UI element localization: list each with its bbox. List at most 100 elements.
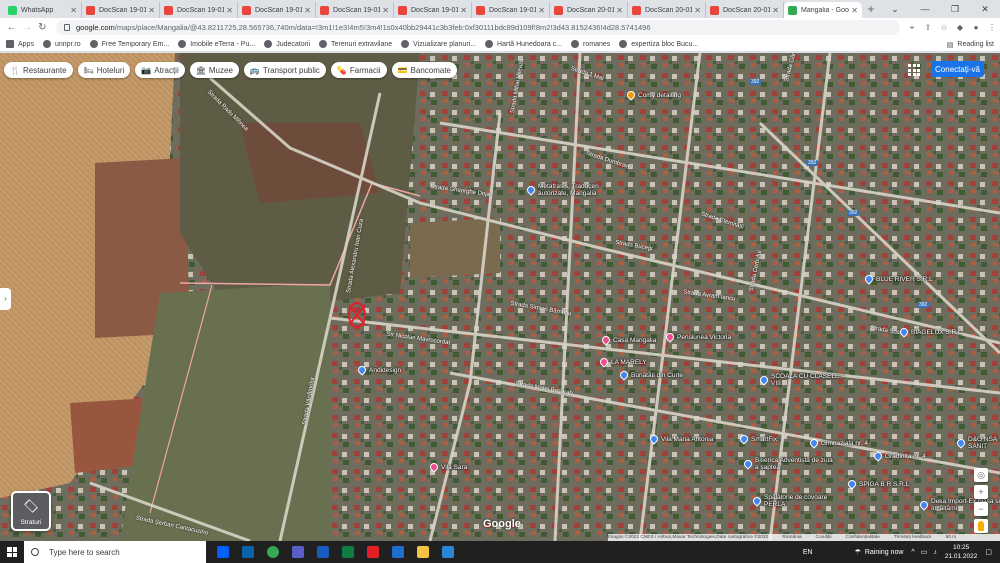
tab-close-icon[interactable]: ✕ [304,6,311,15]
attribution-item[interactable]: Condiții [816,535,832,540]
folder-taskbar-icon[interactable] [410,541,435,563]
category-chip[interactable]: 🏛 Muzee [189,62,239,78]
menu-icon[interactable]: ⋮ [984,23,1000,33]
tab-search-icon[interactable]: ⌄ [880,0,910,18]
tab[interactable]: WhatsApp ✕ [4,2,82,18]
back-icon[interactable]: ← [4,22,19,33]
place-marker[interactable]: Bunătăți din Curte [618,369,683,381]
place-marker[interactable]: ȘCOALA CU CLASELE I-VIII [758,373,851,387]
category-chip[interactable]: 📷 Atracții [135,62,185,78]
category-chip[interactable]: 🛏 Hoteluri [77,62,131,78]
tab[interactable]: DocScan 20-01 ✕ [550,2,628,18]
location-icon[interactable]: ⌖ [904,23,920,33]
place-marker[interactable]: Casa Mangalia [600,334,656,346]
place-marker[interactable]: SmartFix [738,433,777,445]
bookmark-item[interactable]: Terenuri extravilane [319,40,392,48]
tab[interactable]: DocScan 20-01 ✕ [706,2,784,18]
satellite-map[interactable]: Strada 1 Mai Strada Mihai Viteazu Strada… [0,53,1000,541]
layers-button[interactable]: Straturi [11,491,51,531]
tab-close-icon[interactable]: ✕ [382,6,389,15]
zoom-out-button[interactable]: − [974,502,988,516]
tab[interactable]: DocScan 19-01 ✕ [160,2,238,18]
place-marker[interactable]: Comy detailing [625,89,681,101]
acrobat-taskbar-icon[interactable] [360,541,385,563]
minimize-icon[interactable]: — [910,0,940,18]
category-chip[interactable]: 💊 Farmacii [330,62,387,78]
bookmark-item[interactable]: Apps [6,40,34,48]
category-chip[interactable]: 🚌 Transport public [243,62,326,78]
place-marker[interactable]: BIAGELUX S.R.L [898,326,962,338]
tab-close-icon[interactable]: ✕ [460,6,467,15]
place-marker[interactable]: Vila Maria Antonia [648,433,713,445]
bookmark-item[interactable]: Imobile eTerra - Pu... [178,40,255,48]
notifications-icon[interactable]: ▢ [985,548,992,556]
google-apps-icon[interactable] [908,64,920,76]
extensions-icon[interactable]: ◆ [952,23,968,33]
dropbox-taskbar-icon[interactable] [210,541,235,563]
tab-close-icon[interactable]: ✕ [226,6,233,15]
teams-taskbar-icon[interactable] [285,541,310,563]
sign-in-button[interactable]: Conectați-vă [931,61,984,77]
place-marker[interactable]: LA MARELY [598,356,647,368]
reading-list-button[interactable]: ▤ Reading list [947,37,994,52]
bookmark-item[interactable]: expertiza bloc Bucu... [619,40,698,48]
app2-taskbar-icon[interactable] [435,541,460,563]
zoom-in-button[interactable]: + [974,485,988,499]
category-chip[interactable]: 🍴 Restaurante [4,62,73,78]
close-window-icon[interactable]: ✕ [970,0,1000,18]
tab-close-icon[interactable]: ✕ [616,6,623,15]
expand-side-panel-icon[interactable]: › [0,288,11,310]
place-marker[interactable]: D&G NSA SANIT [955,436,1000,450]
bookmark-item[interactable]: Vizualizare planuri... [401,40,476,48]
app-taskbar-icon[interactable] [385,541,410,563]
attribution-item[interactable]: România [782,535,801,540]
map-imagery[interactable] [0,53,1000,541]
place-marker[interactable]: Deka Import-Ex plasa si încălțămi [918,498,1000,512]
bookmark-item[interactable]: unnpr.ro [42,40,81,48]
maximize-icon[interactable]: ❐ [940,0,970,18]
place-marker[interactable]: Grădinița nr. 4 [872,450,926,462]
tab-close-icon[interactable]: ✕ [851,6,858,15]
bookmark-item[interactable]: romanes [571,40,610,48]
attribution-item[interactable]: 50 m [946,535,957,540]
taskbar-search[interactable]: Type here to search [24,541,206,563]
outlook-taskbar-icon[interactable] [235,541,260,563]
excel-taskbar-icon[interactable] [335,541,360,563]
lock-icon[interactable] [63,24,70,31]
share-icon[interactable]: ⇪ [920,23,936,33]
tab[interactable]: DocScan 19-01 ✕ [316,2,394,18]
attribution-item[interactable]: Confidențialitate [846,535,880,540]
tab-close-icon[interactable]: ✕ [70,6,77,15]
tab-close-icon[interactable]: ✕ [772,6,779,15]
tray-chevron-icon[interactable]: ^ [911,549,914,556]
tab[interactable]: DocScan 19-01 ✕ [394,2,472,18]
profile-icon[interactable]: ● [968,23,984,33]
bookmark-item[interactable]: Free Temporary Em... [89,40,169,48]
tab-close-icon[interactable]: ✕ [694,6,701,15]
forward-icon[interactable]: → [19,22,34,33]
tab-close-icon[interactable]: ✕ [148,6,155,15]
tab[interactable]: DocScan 20-01 ✕ [628,2,706,18]
network-icon[interactable]: ▭ [921,548,928,556]
new-tab-button[interactable]: + [862,2,880,18]
bookmark-star-icon[interactable]: ☆ [936,23,952,33]
attribution-item[interactable]: Trimiteți feedback [894,535,932,540]
pegman-icon[interactable] [974,519,988,533]
reload-icon[interactable]: ↻ [35,22,50,33]
clock[interactable]: 10:25 21.01.2022 [945,543,978,561]
tab[interactable]: DocScan 19-01 ✕ [82,2,160,18]
place-marker[interactable]: Spălătorie de covoare PERLA [751,494,844,508]
place-marker[interactable]: Biserica Adventistă de ziua a șaptea [742,457,835,471]
place-marker[interactable]: SPIGA B R S.R.L [846,478,909,490]
place-marker[interactable]: Vila Sara [428,461,467,473]
place-marker[interactable]: Metafrasis, Traduceri autorizate, Mangal… [525,183,618,197]
chrome-taskbar-icon[interactable] [260,541,285,563]
place-marker[interactable]: BLUE RIVER S.R.L [863,273,933,285]
place-marker[interactable]: Andidesign [356,364,401,376]
tab-active[interactable]: Mangalia - Goo ✕ [784,2,862,18]
place-marker[interactable]: Pensiunea Victoria [664,331,731,343]
bookmark-item[interactable]: Hartă Hunedoara c... [485,40,562,48]
tab[interactable]: DocScan 19-01 ✕ [238,2,316,18]
tab-close-icon[interactable]: ✕ [538,6,545,15]
volume-icon[interactable]: ♪ [933,549,937,556]
